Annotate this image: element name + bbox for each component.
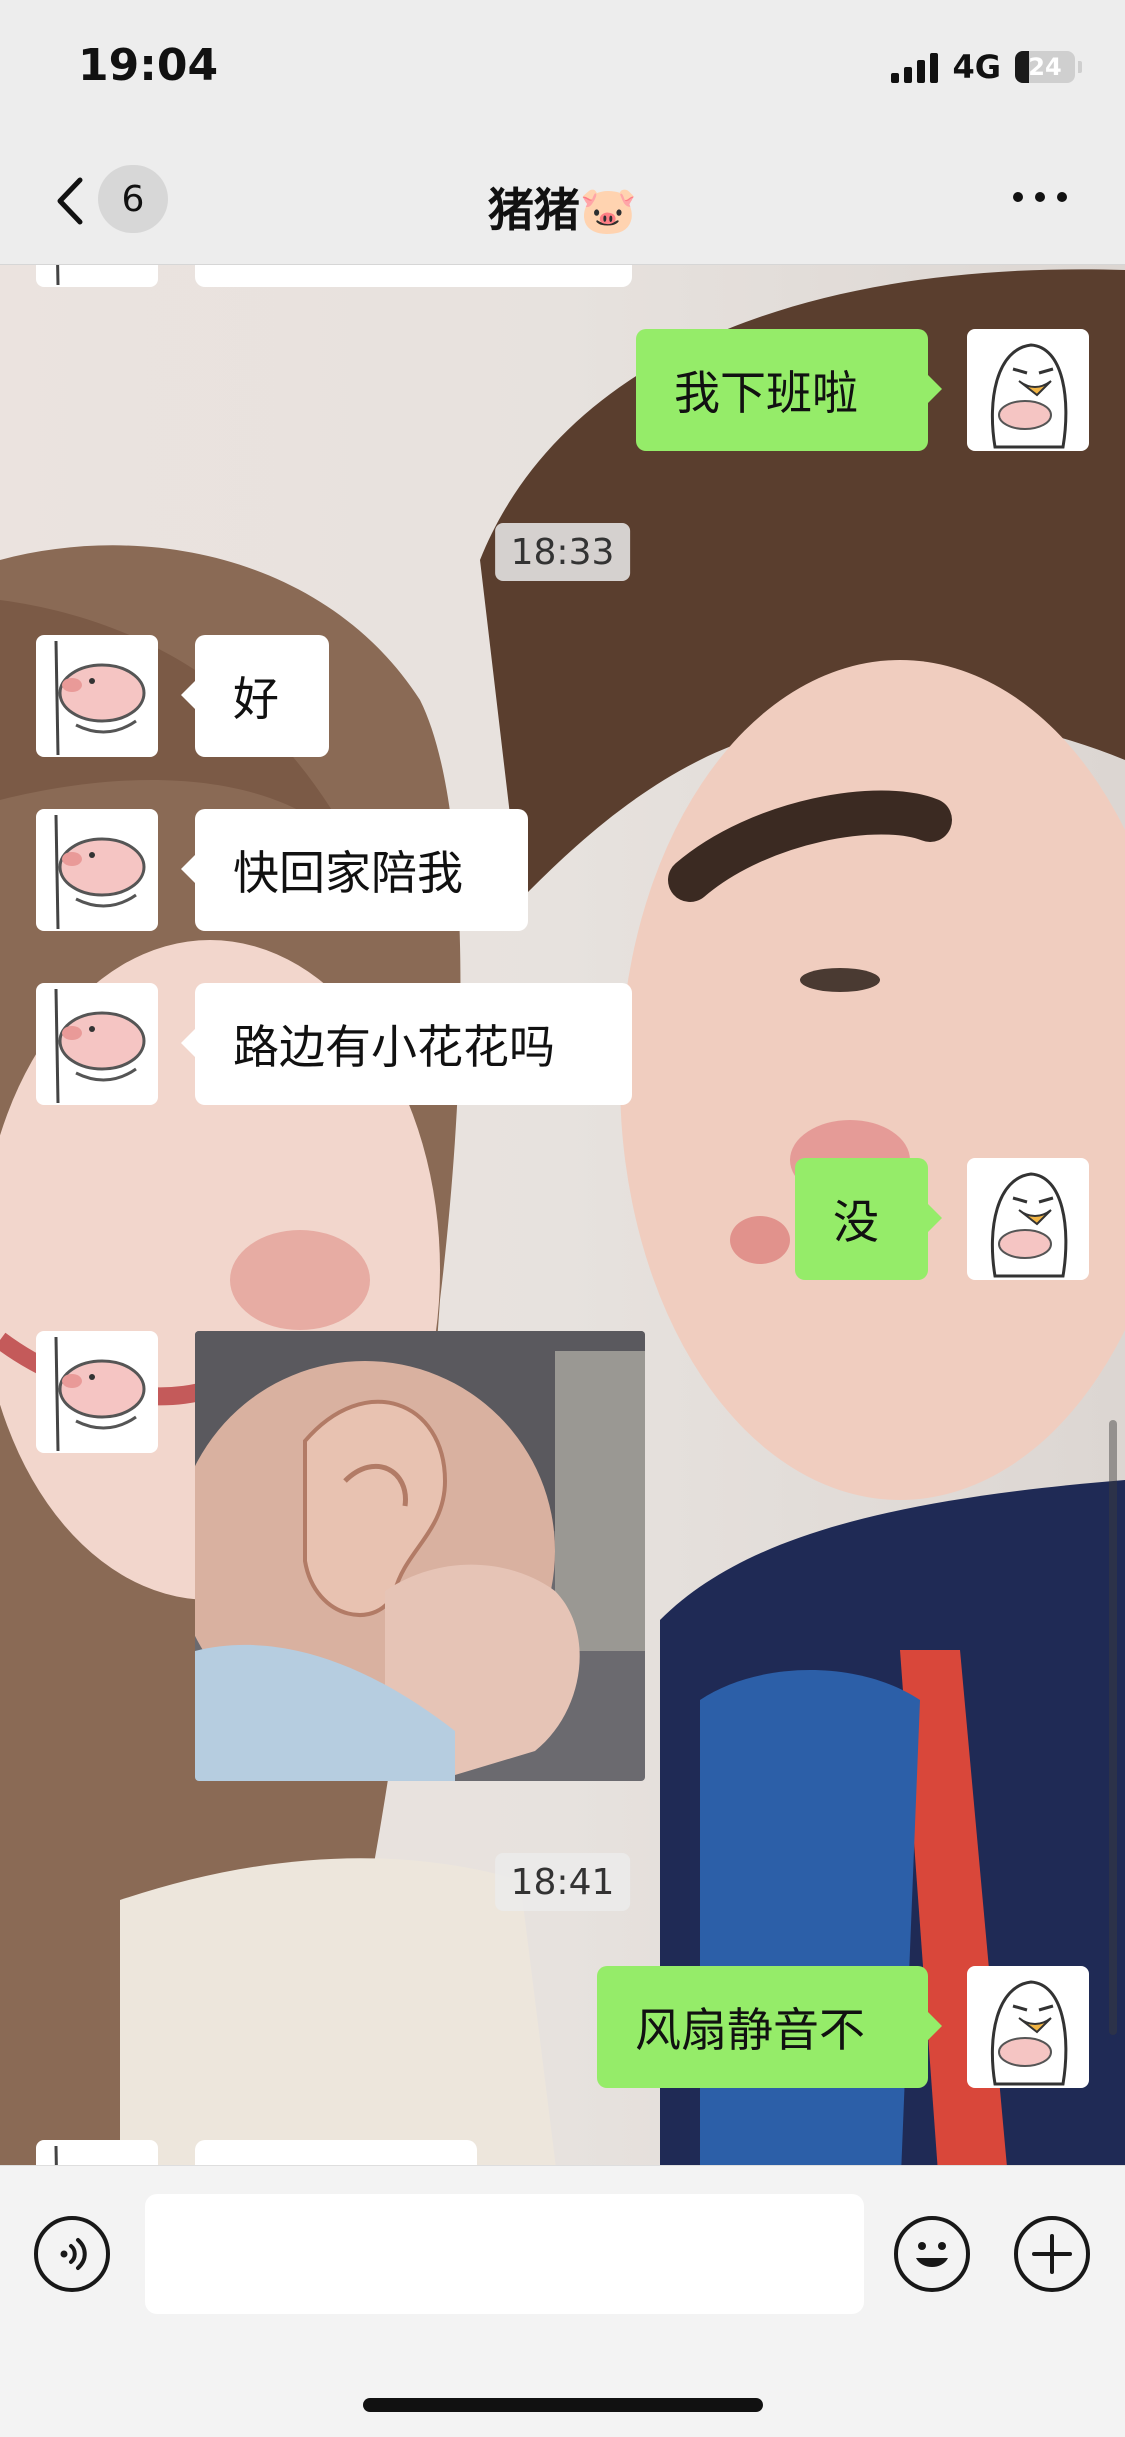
penguin-avatar[interactable] (967, 1966, 1089, 2088)
message-list[interactable]: 我下班啦 18:33 好 快回家陪我 路边有小花花吗 没 18:41 风扇静音不 (0, 265, 1125, 2165)
message-bubble-received[interactable]: 好 (181, 635, 329, 757)
voice-icon[interactable] (34, 2216, 110, 2292)
status-time: 19:04 (78, 40, 219, 91)
status-indicators: 4G 24 (891, 48, 1082, 86)
chat-title: 猪猪🐷 (487, 183, 638, 237)
more-icon[interactable] (1013, 192, 1067, 202)
input-bar (0, 2165, 1125, 2437)
message-bubble-received[interactable]: 快回家陪我 (181, 809, 528, 931)
battery-icon: 24 (1015, 51, 1082, 83)
message-bubble-sent[interactable]: 我下班啦 (636, 329, 942, 451)
pig-avatar[interactable] (36, 809, 158, 931)
penguin-avatar[interactable] (967, 329, 1089, 451)
battery-level: 24 (1028, 53, 1062, 81)
message-bubble-sent[interactable]: 风扇静音不 (597, 1966, 942, 2088)
message-input[interactable] (145, 2194, 864, 2314)
pig-avatar[interactable] (36, 2140, 158, 2165)
timestamp: 18:41 (494, 1853, 631, 1911)
scrollbar[interactable] (1109, 1420, 1117, 2035)
plus-icon[interactable] (1014, 2216, 1090, 2292)
timestamp: 18:33 (494, 523, 631, 581)
status-bar: 19:04 4G 24 (0, 0, 1125, 140)
pig-avatar[interactable] (36, 635, 158, 757)
image-message[interactable] (195, 1331, 645, 1781)
pig-avatar[interactable] (36, 1331, 158, 1453)
chat-header: 6 猪猪🐷 (0, 140, 1125, 265)
penguin-avatar[interactable] (967, 1158, 1089, 1280)
signal-icon (891, 51, 939, 83)
message-bubble-sent[interactable]: 没 (795, 1158, 942, 1280)
pig-avatar[interactable] (36, 265, 158, 287)
message-bubble-received[interactable]: 路边有小花花吗 (181, 983, 632, 1105)
home-indicator[interactable] (363, 2398, 763, 2412)
message-bubble-partial[interactable] (195, 265, 632, 287)
message-bubble-partial[interactable] (195, 2140, 477, 2165)
pig-avatar[interactable] (36, 983, 158, 1105)
emoji-icon[interactable] (894, 2216, 970, 2292)
network-type: 4G (952, 48, 1001, 86)
